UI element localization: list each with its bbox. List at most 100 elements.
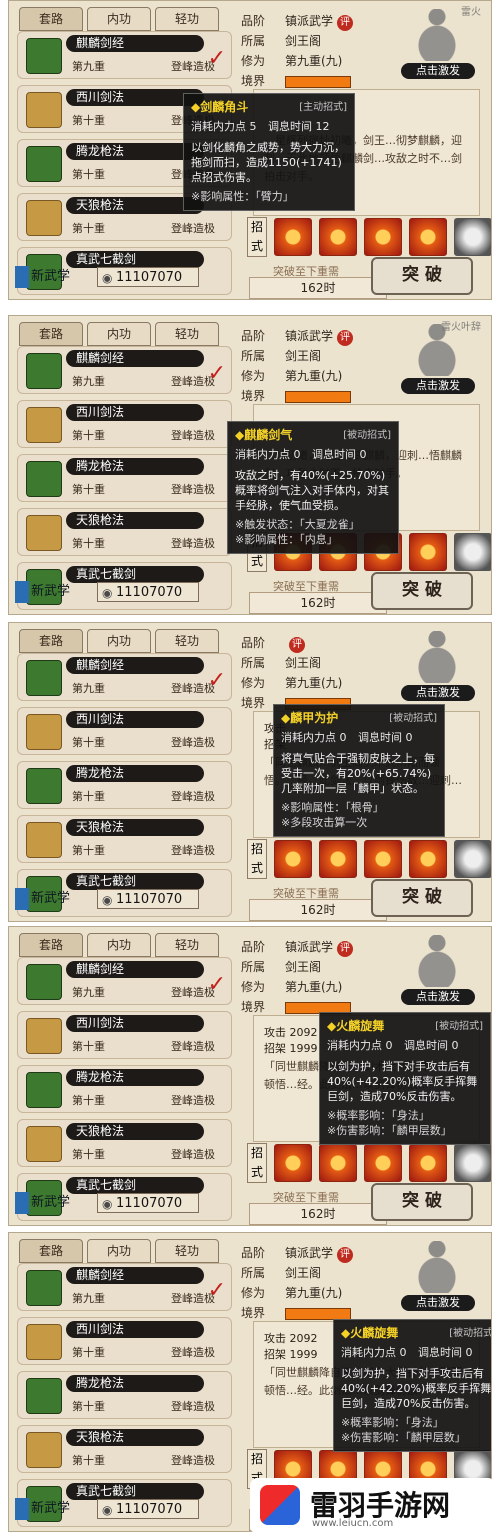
faction-value: 剑王阁 xyxy=(285,960,322,974)
skill-icon-flame-ring[interactable] xyxy=(364,218,402,256)
martial-stage: 登峰造极 xyxy=(171,483,215,496)
martial-list-item[interactable]: 天狼枪法 第十重 登峰造极 xyxy=(17,1119,232,1167)
tab-routine[interactable]: 套路 xyxy=(19,933,83,957)
martial-list: 麒麟剑经 第九重 登峰造极 ✓ 西川剑法 第十重 登峰造极 腾龙枪法 第十重 登… xyxy=(17,346,232,614)
activate-label[interactable]: 点击激发 xyxy=(401,989,475,1005)
breakthrough-button[interactable]: 突 破 xyxy=(371,572,473,610)
cultivation-label: 修为 xyxy=(241,1286,266,1300)
tab-light-skill[interactable]: 轻功 xyxy=(155,933,219,957)
martial-list-item[interactable]: 西川剑法 第十重 登峰造极 xyxy=(17,1317,232,1365)
green-book-icon xyxy=(26,461,62,497)
tab-light-skill[interactable]: 轻功 xyxy=(155,1239,219,1263)
faction-label: 所属 xyxy=(241,349,266,363)
skill-icon-fire[interactable] xyxy=(274,218,312,256)
monk-icon[interactable] xyxy=(403,9,471,61)
monk-icon[interactable] xyxy=(403,324,471,376)
tab-routine[interactable]: 套路 xyxy=(19,1239,83,1263)
tab-routine[interactable]: 套路 xyxy=(19,629,83,653)
tab-inner-skill[interactable]: 内功 xyxy=(87,933,151,957)
martial-list-item[interactable]: 麒麟剑经 第九重 登峰造极 ✓ xyxy=(17,31,232,79)
faction-label: 所属 xyxy=(241,1266,266,1280)
monk-icon[interactable] xyxy=(403,935,471,987)
martial-name: 麒麟剑经 xyxy=(66,657,204,674)
tooltip-attributes: ※触发状态：「大夏龙雀」 ※影响属性：「内息」 xyxy=(235,518,360,546)
skill-icon-blaze[interactable] xyxy=(409,533,447,571)
tooltip-attributes: ※影响属性：「根骨」 ※多段攻击算一次 xyxy=(281,801,384,829)
green-book-icon xyxy=(26,146,62,182)
tooltip-cooldown-value: 12 xyxy=(315,120,330,133)
martial-level: 第十重 xyxy=(72,222,105,235)
activate-label[interactable]: 点击激发 xyxy=(401,63,475,79)
martial-list-item[interactable]: 西川剑法 第十重 登峰造极 xyxy=(17,400,232,448)
skill-icon-whirl[interactable] xyxy=(454,218,491,256)
martial-stage: 登峰造极 xyxy=(171,844,215,857)
attack-stat: 攻击 2092 xyxy=(264,1332,318,1345)
skill-icon-fire[interactable] xyxy=(274,840,312,878)
tab-routine[interactable]: 套路 xyxy=(19,7,83,31)
new-martial-button[interactable]: 新武学 xyxy=(15,1192,91,1214)
martial-list-item[interactable]: 麒麟剑经 第九重 登峰造极 ✓ xyxy=(17,1263,232,1311)
martial-list-item[interactable]: 麒麟剑经 第九重 登峰造极 ✓ xyxy=(17,957,232,1005)
activate-label[interactable]: 点击激发 xyxy=(401,1295,475,1311)
skill-icon-whirl[interactable] xyxy=(454,840,491,878)
tab-light-skill[interactable]: 轻功 xyxy=(155,629,219,653)
skill-icon-blaze[interactable] xyxy=(409,840,447,878)
skill-icon-blaze[interactable] xyxy=(409,218,447,256)
martial-list-item[interactable]: 西川剑法 第十重 登峰造极 xyxy=(17,1011,232,1059)
activate-label[interactable]: 点击激发 xyxy=(401,685,475,701)
new-martial-button[interactable]: 新武学 xyxy=(15,888,91,910)
coin-display: 11107070 xyxy=(97,582,199,603)
tooltip-cost-label: 消耗内力点 xyxy=(235,448,290,461)
breakthrough-button[interactable]: 突 破 xyxy=(371,1183,473,1221)
martial-list-item[interactable]: 天狼枪法 第十重 登峰造极 xyxy=(17,815,232,863)
realm-label: 境界 xyxy=(241,389,266,403)
martial-list-item[interactable]: 腾龙枪法 第十重 登峰造极 xyxy=(17,761,232,809)
tab-light-skill[interactable]: 轻功 xyxy=(155,322,219,346)
green-book-icon xyxy=(26,38,62,74)
tab-inner-skill[interactable]: 内功 xyxy=(87,322,151,346)
martial-list-item[interactable]: 麒麟剑经 第九重 登峰造极 ✓ xyxy=(17,653,232,701)
martial-level: 第十重 xyxy=(72,1148,105,1161)
skill-icon-sword[interactable] xyxy=(319,840,357,878)
tab-light-skill[interactable]: 轻功 xyxy=(155,7,219,31)
breakthrough-button[interactable]: 突 破 xyxy=(371,257,473,295)
new-martial-button[interactable]: 新武学 xyxy=(15,581,91,603)
martial-stage: 登峰造极 xyxy=(171,736,215,749)
skill-icon-flame-ring[interactable] xyxy=(364,840,402,878)
tooltip-type: [被动招式] xyxy=(389,713,437,724)
skill-icon-sword[interactable] xyxy=(319,1144,357,1182)
tooltip-cooldown-label: 调息时间 xyxy=(358,731,402,744)
skill-icon-whirl[interactable] xyxy=(454,1144,491,1182)
tab-inner-skill[interactable]: 内功 xyxy=(87,1239,151,1263)
skill-icon-whirl[interactable] xyxy=(454,533,491,571)
tab-inner-skill[interactable]: 内功 xyxy=(87,7,151,31)
martial-panel: 雷火 套路 内功 轻功 麒麟剑经 第九重 登峰造极 ✓ 西川剑法 第十重 登峰造 xyxy=(8,0,492,300)
martial-list-item[interactable]: 腾龙枪法 第十重 登峰造极 xyxy=(17,1371,232,1419)
martial-list-item[interactable]: 腾龙枪法 第十重 登峰造极 xyxy=(17,454,232,502)
tooltip-cooldown-value: 0 xyxy=(405,731,413,744)
martial-list-item[interactable]: 天狼枪法 第十重 登峰造极 xyxy=(17,508,232,556)
skill-icon-flame-ring[interactable] xyxy=(364,1144,402,1182)
martial-list-item[interactable]: 西川剑法 第十重 登峰造极 xyxy=(17,707,232,755)
monk-icon[interactable] xyxy=(403,1241,471,1293)
martial-level: 第十重 xyxy=(72,1040,105,1053)
martial-list-item[interactable]: 天狼枪法 第十重 登峰造极 xyxy=(17,1425,232,1473)
activate-label[interactable]: 点击激发 xyxy=(401,378,475,394)
brand-url: www.leiucn.com xyxy=(312,1518,394,1529)
tab-inner-skill[interactable]: 内功 xyxy=(87,629,151,653)
green-book-icon xyxy=(26,964,62,1000)
realm-bar xyxy=(285,75,351,88)
skill-label: 招式 xyxy=(247,217,267,257)
new-martial-button[interactable]: 新武学 xyxy=(15,266,91,288)
yellow-book-icon xyxy=(26,1432,62,1468)
tab-routine[interactable]: 套路 xyxy=(19,322,83,346)
skill-icon-sword[interactable] xyxy=(319,218,357,256)
skill-icon-fire[interactable] xyxy=(274,1144,312,1182)
martial-list-item[interactable]: 腾龙枪法 第十重 登峰造极 xyxy=(17,1065,232,1113)
tab-bar: 套路 内功 轻功 xyxy=(19,7,219,31)
skill-icon-blaze[interactable] xyxy=(409,1144,447,1182)
new-martial-button[interactable]: 新武学 xyxy=(15,1498,91,1520)
martial-list-item[interactable]: 麒麟剑经 第九重 登峰造极 ✓ xyxy=(17,346,232,394)
breakthrough-button[interactable]: 突 破 xyxy=(371,879,473,917)
monk-icon[interactable] xyxy=(403,631,471,683)
